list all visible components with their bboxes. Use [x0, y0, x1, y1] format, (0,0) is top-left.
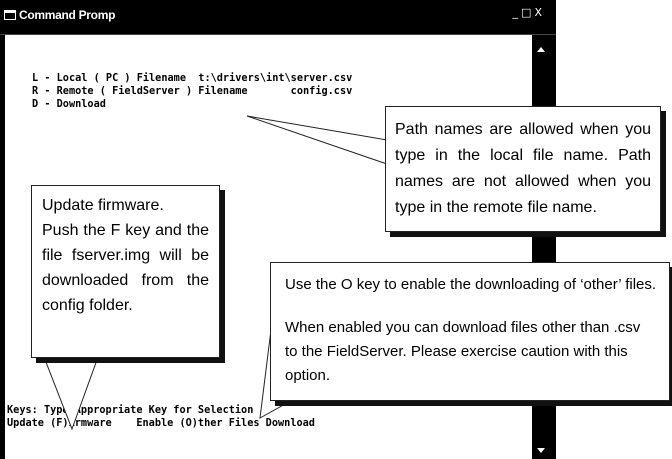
path-names-text: Path names are allowed when you type in …: [395, 121, 651, 216]
other-files-text: When enabled you can download files othe…: [285, 319, 641, 384]
firmware-title: Update firmware.: [42, 197, 164, 214]
firmware-callout: Update firmware. Push the F key and the …: [31, 185, 220, 358]
path-names-pointer: [246, 115, 388, 165]
firmware-pointer: [43, 356, 99, 431]
path-names-callout: Path names are allowed when you type in …: [385, 106, 661, 232]
other-files-title: Use the O key to enable the downloading …: [285, 276, 657, 293]
firmware-text: Push the F key and the file fserver.img …: [42, 222, 209, 314]
other-files-callout: Use the O key to enable the downloading …: [270, 262, 670, 401]
